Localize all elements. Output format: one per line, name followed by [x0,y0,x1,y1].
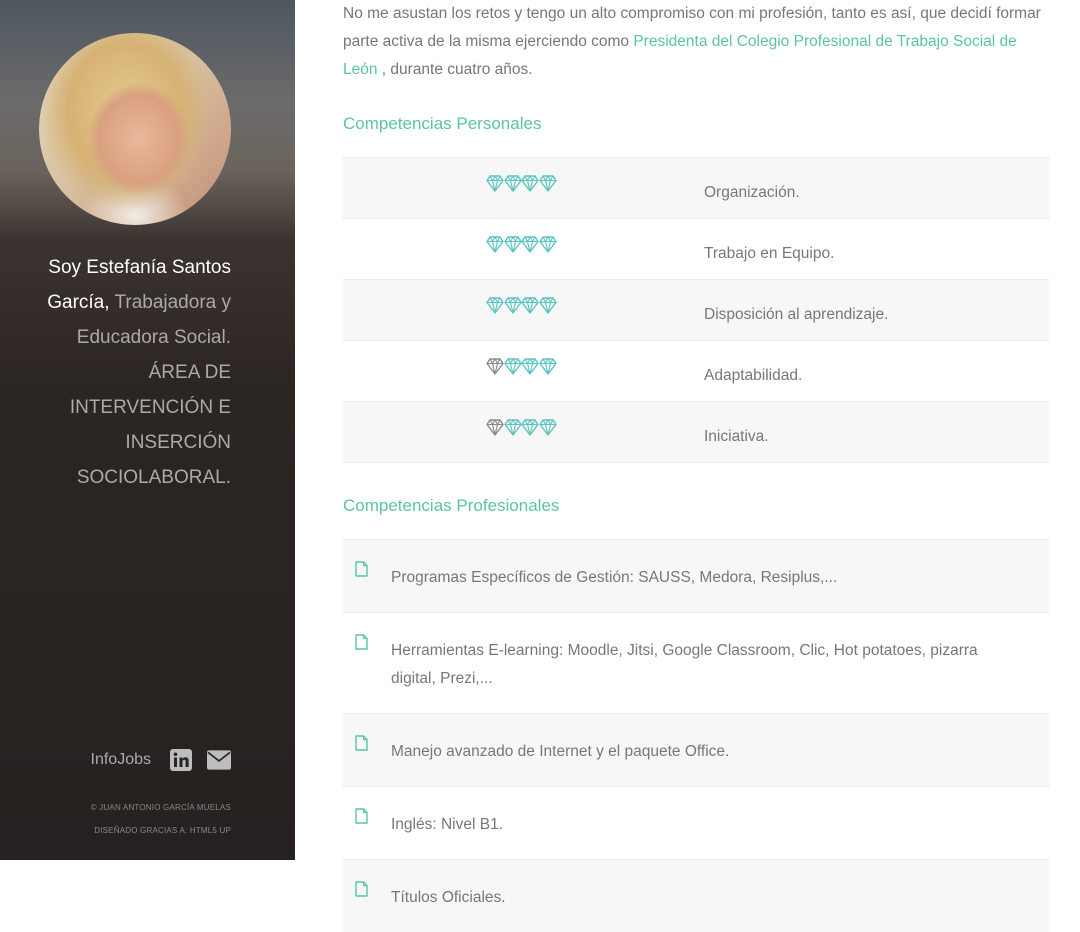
diamond-icon [486,297,504,315]
competency-row: Organización. [343,157,1049,219]
list-item-text: Inglés: Nivel B1. [391,816,503,833]
diamond-icon [521,358,539,376]
linkedin-icon[interactable] [169,748,193,772]
sidebar: Soy Estefanía Santos García, Trabajadora… [0,0,295,860]
lead-tail: , durante cuatro años. [377,61,533,78]
document-icon [355,559,369,577]
diamond-icon [486,419,504,437]
diamond-icon [503,236,522,254]
competency-label: Trabajo en Equipo. [704,245,835,262]
diamond-icon [538,358,557,376]
copyright: © Juan Antonio García Muelas Diseñado gr… [91,796,231,842]
main-content: No me asustan los retos y tengo un alto … [343,0,1049,932]
list-item-text: Programas Específicos de Gestión: SAUSS,… [391,569,838,586]
diamond-icon [503,358,522,376]
competency-row: Disposición al aprendizaje. [343,279,1049,341]
envelope-icon[interactable] [207,748,231,772]
professional-competencies-list: Programas Específicos de Gestión: SAUSS,… [343,539,1049,932]
rating-gems [343,280,703,341]
diamond-icon [521,419,539,437]
competency-label: Iniciativa. [704,428,769,445]
diamond-icon [486,358,504,376]
diamond-icon [486,175,504,193]
intro-description: Trabajadora y Educadora Social. ÁREA DE … [69,292,231,488]
list-item-text: Herramientas E-learning: Moodle, Jitsi, … [391,642,978,687]
diamond-icon [503,419,522,437]
competency-label: Organización. [704,184,800,201]
list-item: Programas Específicos de Gestión: SAUSS,… [343,539,1049,612]
document-icon [355,632,369,650]
competency-row: Adaptabilidad. [343,340,1049,402]
diamond-icon [521,297,539,315]
diamond-icon [503,297,522,315]
competency-row: Iniciativa. [343,401,1049,463]
rating-gems [343,341,703,402]
list-item: Títulos Oficiales. [343,859,1049,932]
document-icon [355,806,369,824]
diamond-icon [538,297,557,315]
competency-row: Trabajo en Equipo. [343,218,1049,280]
diamond-icon [538,175,557,193]
copyright-text: © Juan Antonio García Muelas [90,803,231,812]
rating-gems [343,219,703,280]
intro-text: Soy Estefanía Santos García, Trabajadora… [21,250,231,495]
professional-competencies-title: Competencias Profesionales [343,496,560,515]
personal-competencies-title: Competencias Personales [343,114,542,133]
avatar [39,33,231,225]
diamond-icon [521,236,539,254]
diamond-icon [538,419,557,437]
document-icon [355,733,369,751]
lead-paragraph: No me asustan los retos y tengo un alto … [343,0,1049,84]
personal-competencies-table: Organización. Trabajo en Equipo. Disposici… [343,157,1049,463]
contact-links: InfoJobs [91,748,231,772]
diamond-icon [503,175,522,193]
list-item: Inglés: Nivel B1. [343,786,1049,859]
rating-gems [343,402,703,463]
list-item: Manejo avanzado de Internet y el paquete… [343,713,1049,786]
list-item: Herramientas E-learning: Moodle, Jitsi, … [343,612,1049,713]
diamond-icon [521,175,539,193]
document-icon [355,879,369,897]
rating-gems [343,158,703,219]
diamond-icon [538,236,557,254]
list-item-text: Manejo avanzado de Internet y el paquete… [391,743,730,760]
list-item-text: Títulos Oficiales. [391,889,506,906]
infojobs-link[interactable]: InfoJobs [91,751,151,769]
credit-text: Diseñado gracias a: HTML5 UP [94,826,231,835]
diamond-icon [486,236,504,254]
competency-label: Adaptabilidad. [704,367,803,384]
competency-label: Disposición al aprendizaje. [704,306,889,323]
